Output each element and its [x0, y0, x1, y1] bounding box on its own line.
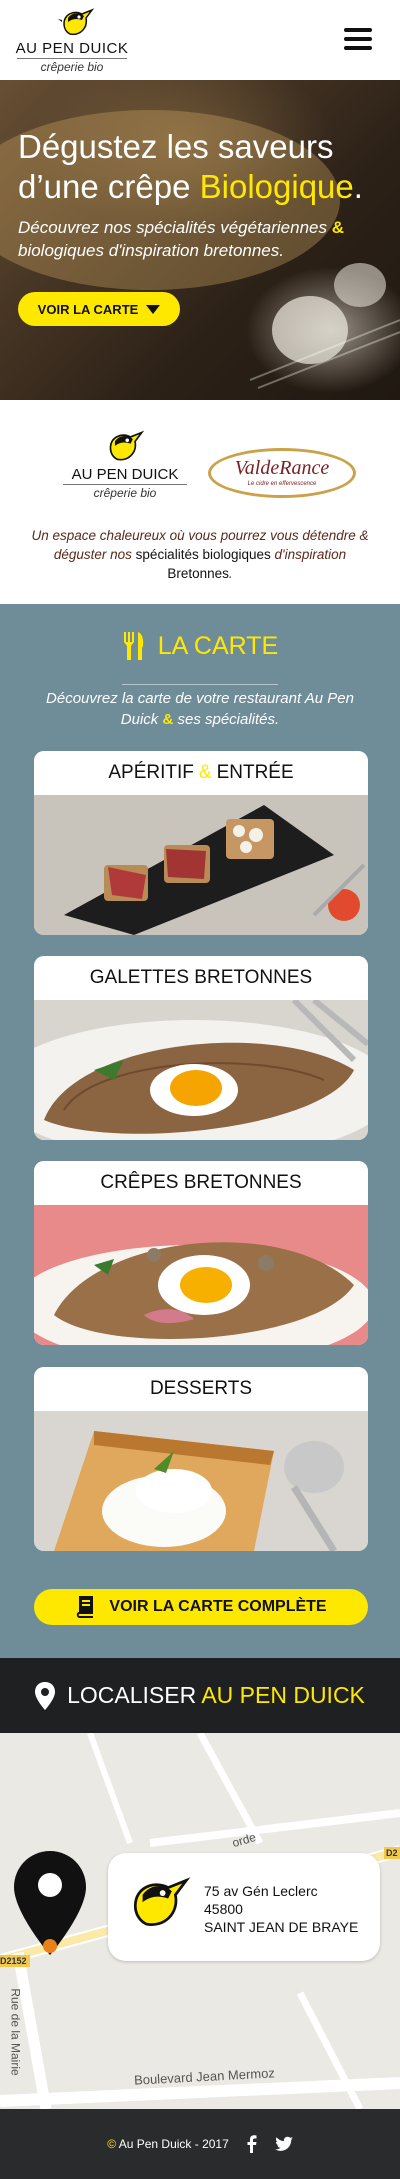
menu-desc-text-2: ses spécialités.	[173, 711, 280, 728]
crepe-photo	[34, 1205, 368, 1345]
logo-name: AU PEN DUICK	[15, 40, 129, 57]
menu-icon[interactable]	[344, 28, 372, 50]
facebook-icon[interactable]	[243, 2135, 261, 2153]
card-title: GALETTES BRETONNES	[89, 967, 313, 988]
dessert-photo	[34, 1411, 368, 1551]
partner-logo-au-pen-duick: AU PEN DUICK crêperie bio	[55, 428, 195, 510]
hero-subtitle-text: Découvrez nos spécialités végétariennes	[18, 218, 332, 237]
logo-tagline: crêperie bio	[40, 60, 104, 74]
valderance-tagline: Le cidre en effervescence	[247, 481, 317, 487]
hero-title: Dégustez les saveurs d’une crêpe Biologi…	[18, 127, 388, 207]
map-marker-icon[interactable]	[14, 1851, 86, 1955]
aperitif-photo	[34, 795, 368, 935]
map-road-badge-d2152: D2152	[0, 1956, 27, 1966]
card-title: DESSERTS	[149, 1378, 253, 1399]
view-menu-button[interactable]: VOIR LA CARTE	[18, 292, 180, 326]
menu-section: LA CARTE Découvrez la carte de votre res…	[0, 604, 400, 1658]
hero-title-end: .	[353, 168, 363, 205]
footer-copyright: © Au Pen Duick - 2017	[107, 2137, 229, 2151]
menu-description: Découvrez la carte de votre restaurant A…	[40, 688, 360, 730]
locate-title-prefix: LOCALISER	[67, 1682, 202, 1708]
cutlery-icon	[123, 632, 143, 660]
location-map[interactable]: Rue de la Mairie Boulevard Jean Mermoz o…	[0, 1733, 400, 2109]
map-road-label-mairie: Rue de la Mairie	[8, 1988, 23, 2076]
menu-card-galettes[interactable]: GALETTES BRETONNES	[34, 956, 368, 1140]
card-title-b: ENTRÉE	[216, 762, 294, 783]
hero-title-highlight: Biologique	[199, 168, 354, 205]
partner-logo-name: AU PEN DUICK	[71, 466, 179, 483]
caret-down-icon	[146, 304, 161, 314]
bird-logo-icon	[109, 430, 145, 461]
locate-section-header: LOCALISER AU PEN DUICK	[0, 1658, 400, 1733]
bird-logo-icon	[58, 8, 95, 36]
menu-desc-ampersand: &	[162, 711, 174, 728]
hero-subtitle-text-2: biologiques d'inspiration bretonnes.	[18, 241, 284, 260]
menu-card-title: GALETTES BRETONNES	[34, 956, 368, 1000]
menu-title: LA CARTE	[157, 631, 279, 660]
card-title-ampersand: &	[198, 762, 212, 783]
partner-logo-valderance: ValdeRance Le cidre en effervescence	[208, 448, 356, 498]
card-title: CRÊPES BRETONNES	[100, 1172, 302, 1193]
partners-text-2: d'inspiration	[270, 547, 347, 562]
menu-card-title: DESSERTS	[34, 1367, 368, 1411]
hero-subtitle-ampersand: &	[331, 218, 345, 237]
address-bubble: 75 av Gén Leclerc 45800 SAINT JEAN DE BR…	[108, 1853, 380, 1961]
menu-card-title: CRÊPES BRETONNES	[34, 1161, 368, 1205]
copyright-symbol: ©	[107, 2137, 117, 2151]
locate-title-highlight: AU PEN DUICK	[201, 1682, 365, 1708]
partners-section: AU PEN DUICK crêperie bio ValdeRance Le …	[0, 400, 400, 604]
bird-logo-icon	[133, 1877, 191, 1926]
menu-card-title: APÉRITIF & ENTRÉE	[34, 751, 368, 795]
menu-card-desserts[interactable]: DESSERTS	[34, 1367, 368, 1551]
galette-photo	[34, 1000, 368, 1140]
card-title-a: APÉRITIF	[108, 762, 194, 783]
map-road-badge-d2: D2	[386, 1848, 398, 1858]
partners-text-end: .	[228, 566, 233, 581]
partner-logo-divider	[63, 484, 187, 485]
partner-logo-tagline: crêperie bio	[93, 486, 157, 500]
address-city: SAINT JEAN DE BRAYE	[204, 1919, 359, 1935]
view-menu-button-label: VOIR LA CARTE	[37, 301, 139, 317]
logo[interactable]: AU PEN DUICK crêperie bio	[12, 6, 132, 74]
partners-text-bold-1: spécialités biologiques	[135, 547, 271, 562]
hero-subtitle: Découvrez nos spécialités végétariennes …	[18, 216, 388, 262]
logo-divider	[17, 58, 127, 59]
map-pin-icon	[35, 1681, 56, 1710]
partners-text-bold-2: Bretonnes	[167, 566, 229, 581]
menu-card-crepes[interactable]: CRÊPES BRETONNES	[34, 1161, 368, 1345]
site-footer: © Au Pen Duick - 2017	[0, 2109, 400, 2179]
address-street: 75 av Gén Leclerc	[204, 1883, 318, 1899]
menu-divider	[122, 684, 278, 685]
locate-title: LOCALISER AU PEN DUICK	[67, 1682, 365, 1709]
address-postcode: 45800	[204, 1901, 243, 1917]
twitter-icon[interactable]	[274, 2135, 293, 2153]
footer-copyright-text: Au Pen Duick - 2017	[116, 2137, 229, 2151]
menu-section-title: LA CARTE	[0, 626, 400, 666]
menu-card-aperitif[interactable]: APÉRITIF & ENTRÉE	[34, 751, 368, 935]
book-icon	[77, 1596, 94, 1618]
view-full-menu-button[interactable]: VOIR LA CARTE COMPLÈTE	[34, 1589, 368, 1625]
partners-description: Un espace chaleureux où vous pourrez vou…	[30, 526, 370, 583]
view-full-menu-label: VOIR LA CARTE COMPLÈTE	[109, 1598, 327, 1615]
site-header: AU PEN DUICK crêperie bio	[0, 0, 400, 80]
valderance-name: ValdeRance	[234, 457, 330, 479]
